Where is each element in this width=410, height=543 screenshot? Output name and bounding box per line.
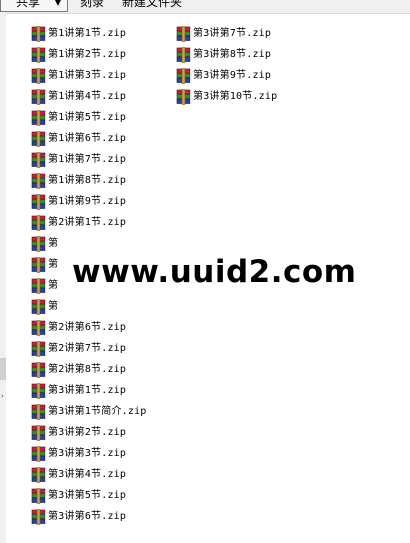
file-name: 第3讲第1节简介.zip [48,406,147,417]
file-name: 第1讲第3节.zip [48,70,127,81]
share-label: 共享 [16,0,41,9]
file-name: 第2讲第8节.zip [48,364,127,375]
new-folder-button[interactable]: 新建文件夹 [122,0,182,12]
file-name: 第3讲第1节.zip [48,385,127,396]
winrar-archive-icon [31,509,47,525]
file-name: 第3讲第9节.zip [193,70,272,81]
expand-arrow-icon[interactable]: › [1,393,4,400]
winrar-archive-icon [31,404,47,420]
winrar-archive-icon [31,26,47,42]
file-name: 第3讲第10节.zip [193,91,278,102]
file-name: 第3讲第4节.zip [48,469,127,480]
file-name: 第3讲第6节.zip [48,511,127,522]
file-name: 第2讲第6节.zip [48,322,127,333]
file-name: 第3讲第3节.zip [48,448,127,459]
file-name: 第3讲第7节.zip [193,28,272,39]
watermark: www.uuid2.com [72,254,357,290]
file-name: 第1讲第6节.zip [48,133,127,144]
winrar-archive-icon [31,152,47,168]
winrar-archive-icon [176,68,192,84]
file-name: 第1讲第8节.zip [48,175,127,186]
file-name: 第 [48,238,59,249]
winrar-archive-icon [176,26,192,42]
file-name: 第3讲第2节.zip [48,427,127,438]
winrar-archive-icon [31,257,47,273]
winrar-archive-icon [31,320,47,336]
winrar-archive-icon [31,383,47,399]
winrar-archive-icon [31,467,47,483]
dropdown-arrow-icon: ▼ [54,0,61,7]
file-name: 第1讲第4节.zip [48,91,127,102]
navigation-pane-edge[interactable]: › [0,13,6,543]
winrar-archive-icon [176,89,192,105]
file-name: 第1讲第5节.zip [48,112,127,123]
winrar-archive-icon [31,362,47,378]
winrar-archive-icon [31,131,47,147]
winrar-archive-icon [31,173,47,189]
winrar-archive-icon [31,89,47,105]
file-name: 第2讲第1节.zip [48,217,127,228]
winrar-archive-icon [176,47,192,63]
share-button[interactable]: 共享 ▼ [0,0,68,12]
file-name: 第3讲第5节.zip [48,490,127,501]
winrar-archive-icon [31,68,47,84]
winrar-archive-icon [31,236,47,252]
file-name: 第2讲第7节.zip [48,343,127,354]
file-name: 第1讲第1节.zip [48,28,127,39]
winrar-archive-icon [31,194,47,210]
winrar-archive-icon [31,215,47,231]
winrar-archive-icon [31,110,47,126]
file-name: 第1讲第7节.zip [48,154,127,165]
winrar-archive-icon [31,488,47,504]
burn-button[interactable]: 刻录 [80,0,104,12]
toolbar: 共享 ▼ 刻录 新建文件夹 [0,0,410,14]
winrar-archive-icon [31,299,47,315]
file-name: 第 [48,301,59,312]
winrar-archive-icon [31,47,47,63]
file-name: 第 [48,259,59,270]
file-name: 第1讲第2节.zip [48,49,127,60]
file-name: 第3讲第8节.zip [193,49,272,60]
winrar-archive-icon [31,341,47,357]
file-name: 第1讲第9节.zip [48,196,127,207]
winrar-archive-icon [31,278,47,294]
file-name: 第 [48,280,59,291]
splitter-handle[interactable] [0,358,6,380]
winrar-archive-icon [31,446,47,462]
winrar-archive-icon [31,425,47,441]
